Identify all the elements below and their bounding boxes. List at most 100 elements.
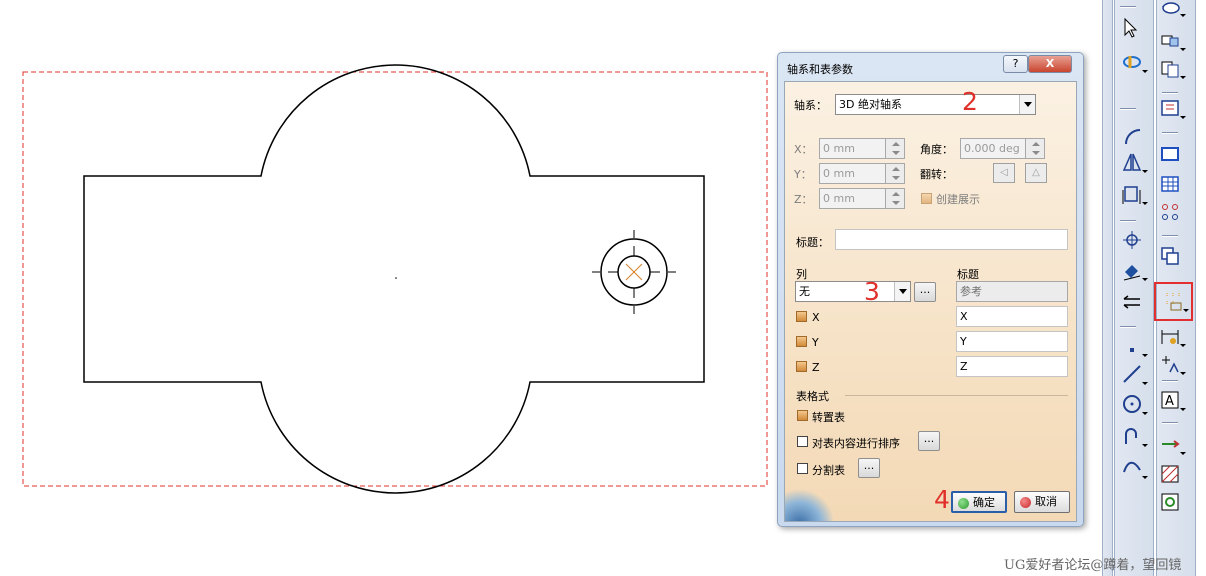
- table-format-label: 表格式: [796, 390, 829, 403]
- toolbar-grip[interactable]: [1162, 422, 1178, 424]
- axis-system-select[interactable]: 3D 绝对轴系: [835, 94, 1036, 115]
- heading-header: 标题: [957, 268, 979, 281]
- sort-checkbox[interactable]: [797, 436, 808, 447]
- z-field[interactable]: 0 mm: [819, 188, 886, 209]
- split-checkbox[interactable]: [797, 463, 808, 474]
- frame-icon[interactable]: [1120, 182, 1148, 206]
- balloon-icon[interactable]: [1158, 0, 1186, 18]
- z-spinner[interactable]: [885, 188, 905, 209]
- title-label: 标题：: [796, 236, 829, 249]
- dialog-titlebar[interactable]: 轴系和表参数 ? X: [778, 53, 1083, 81]
- point-icon[interactable]: [1120, 334, 1148, 358]
- sort-more-button[interactable]: ...: [918, 431, 940, 451]
- create-display-checkbox[interactable]: [921, 193, 932, 204]
- toolbar-grip[interactable]: [1162, 380, 1178, 382]
- hatch-icon[interactable]: [1158, 462, 1182, 486]
- ok-label: 确定: [973, 496, 995, 509]
- y-label: Y：: [794, 168, 812, 181]
- flip-label: 翻转：: [920, 168, 953, 181]
- column-select[interactable]: 无: [795, 281, 911, 302]
- points-pattern-icon[interactable]: [1158, 200, 1182, 224]
- chevron-down-icon: [1019, 95, 1035, 114]
- angle-spinner[interactable]: [1025, 138, 1045, 159]
- split-more-button[interactable]: ...: [858, 458, 880, 478]
- toolbar-grip[interactable]: [1162, 235, 1178, 237]
- split-label: 分割表: [812, 464, 845, 477]
- table-icon[interactable]: [1158, 172, 1182, 196]
- sort-label: 对表内容进行排序: [812, 437, 900, 450]
- y-spinner[interactable]: [885, 163, 905, 184]
- transpose-checkbox[interactable]: [797, 410, 808, 421]
- toolbar-column-1: [1114, 0, 1154, 576]
- toolbar-grip[interactable]: [1162, 92, 1178, 94]
- ok-dot-icon: [958, 498, 969, 509]
- title-input[interactable]: [835, 229, 1068, 250]
- create-display-label: 创建展示: [936, 193, 980, 206]
- x-spinner[interactable]: [885, 138, 905, 159]
- watermark: UG爱好者论坛@蹲着，望回镜: [1004, 558, 1182, 573]
- row-y-checkbox[interactable]: [796, 336, 807, 347]
- views-icon[interactable]: [1158, 28, 1186, 52]
- grid-view-icon[interactable]: [1158, 96, 1186, 120]
- text-box-icon[interactable]: A: [1158, 388, 1186, 412]
- row-z-title-input[interactable]: Z: [956, 356, 1068, 377]
- rotate-copy-icon[interactable]: [1158, 56, 1186, 80]
- sheet-frame: [22, 71, 768, 487]
- z-label: Z：: [794, 193, 813, 206]
- toolbar-grip[interactable]: [1120, 108, 1136, 110]
- corner-graphic: [785, 489, 833, 521]
- column-more-button[interactable]: ...: [914, 282, 936, 302]
- y-field[interactable]: 0 mm: [819, 163, 886, 184]
- chevron-down-icon: [894, 282, 910, 301]
- toolbar-grip[interactable]: [1120, 220, 1136, 222]
- hole-center-cross: [625, 263, 643, 281]
- line-icon[interactable]: [1120, 362, 1148, 386]
- ok-button[interactable]: 确定: [951, 491, 1007, 513]
- row-y-label: Y: [812, 336, 819, 349]
- step-marker-3: 3: [864, 277, 880, 306]
- dimension-icon[interactable]: [1158, 324, 1186, 348]
- row-x-checkbox[interactable]: [796, 311, 807, 322]
- step-marker-2: 2: [962, 87, 978, 116]
- spline-profile-icon[interactable]: [1120, 424, 1148, 448]
- toolbar-strip-left: [1102, 0, 1113, 576]
- overlap-icon[interactable]: [1158, 244, 1182, 268]
- axis-system-label: 轴系：: [794, 99, 827, 112]
- arc-icon[interactable]: [1120, 124, 1144, 148]
- help-button[interactable]: ?: [1003, 55, 1028, 73]
- rotate-view-icon[interactable]: [1120, 50, 1148, 74]
- flip-vertical-icon[interactable]: △: [1025, 163, 1047, 183]
- row-z-label: Z: [812, 361, 820, 374]
- toolbar-grip[interactable]: [1162, 132, 1178, 134]
- x-label: X：: [794, 143, 813, 156]
- toolbar-grip[interactable]: [1120, 326, 1136, 328]
- axis-table-icon[interactable]: [1161, 289, 1189, 313]
- row-y-title-input[interactable]: Y: [956, 331, 1068, 352]
- coordinate-icon[interactable]: [1158, 352, 1186, 376]
- curve-icon[interactable]: [1120, 456, 1148, 480]
- pattern-icon[interactable]: [1158, 490, 1182, 514]
- angle-field[interactable]: 0.000 deg: [960, 138, 1026, 159]
- transpose-label: 转置表: [812, 411, 845, 424]
- paint-fill-icon[interactable]: [1120, 258, 1148, 282]
- select-arrow-icon[interactable]: [1120, 16, 1144, 40]
- step-marker-4: 4: [934, 485, 950, 514]
- circle-icon[interactable]: [1120, 392, 1148, 416]
- row-z-checkbox[interactable]: [796, 361, 807, 372]
- arrows-icon[interactable]: [1120, 290, 1144, 314]
- close-button[interactable]: X: [1028, 55, 1072, 73]
- row-x-label: X: [812, 311, 820, 324]
- rectangle-icon[interactable]: [1158, 142, 1182, 166]
- cancel-dot-icon: [1020, 497, 1031, 508]
- dialog-title: 轴系和表参数: [787, 63, 853, 76]
- cancel-button[interactable]: 取消: [1014, 491, 1070, 513]
- angle-label: 角度：: [920, 143, 953, 156]
- mirror-icon[interactable]: [1120, 150, 1148, 174]
- x-field[interactable]: 0 mm: [819, 138, 886, 159]
- center-mark-icon[interactable]: [1120, 228, 1144, 252]
- dialog-body: 轴系： 3D 绝对轴系 X： 0 mm Y： 0 mm Z： 0 mm 角度： …: [784, 81, 1077, 522]
- toolbar-grip[interactable]: [1120, 6, 1136, 8]
- arrow-leader-icon[interactable]: [1158, 432, 1186, 456]
- row-x-title-input[interactable]: X: [956, 306, 1068, 327]
- flip-horizontal-icon[interactable]: ◁: [993, 163, 1015, 183]
